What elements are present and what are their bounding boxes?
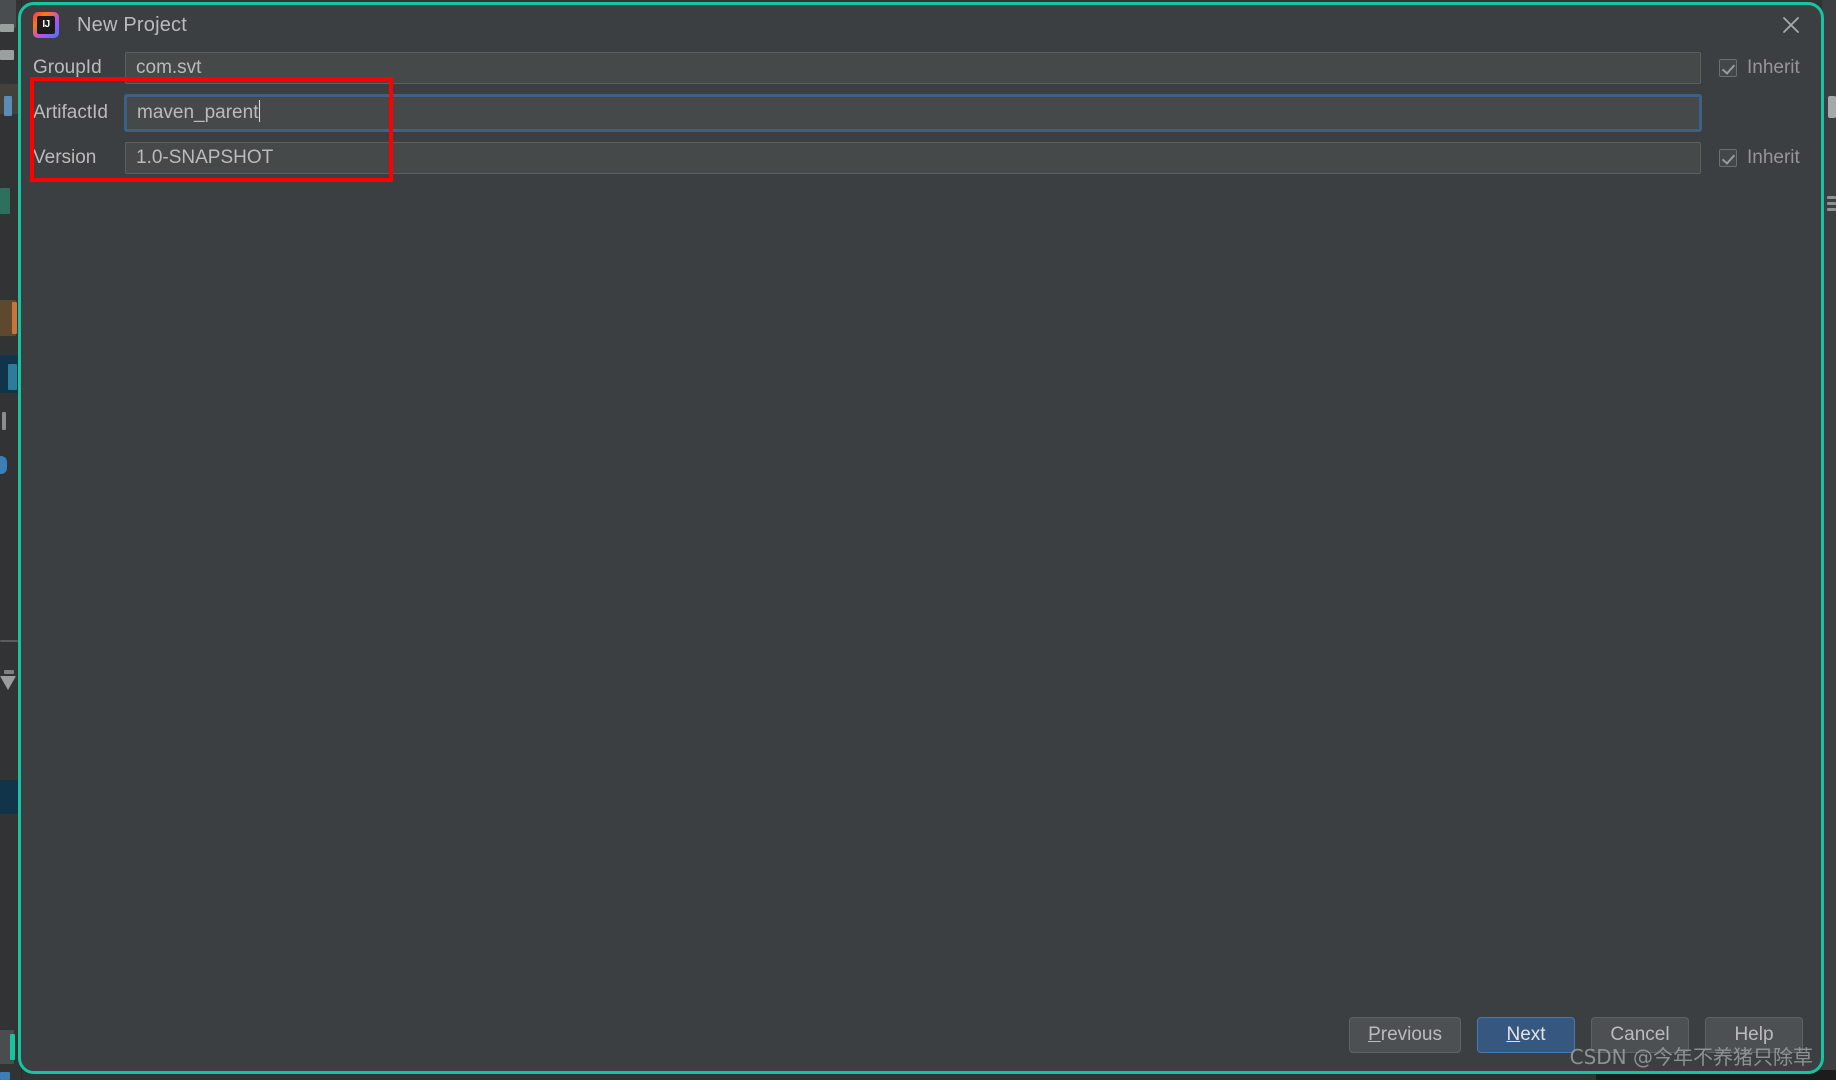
next-button-mnemonic: N <box>1506 1024 1521 1045</box>
ide-bg-chip <box>1828 96 1836 118</box>
next-button-label: ext <box>1520 1024 1546 1045</box>
ide-bg-chip <box>4 670 14 674</box>
ide-bg-chip <box>2 412 6 430</box>
version-inherit-label: Inherit <box>1747 146 1800 168</box>
ide-bg-chip <box>1827 208 1836 211</box>
ide-bg-chip <box>10 1034 15 1060</box>
groupid-label: GroupId <box>33 56 102 78</box>
ide-right-gutter <box>1822 0 1836 1080</box>
version-input[interactable]: 1.0-SNAPSHOT <box>125 141 1701 174</box>
ide-bg-chip <box>0 50 14 60</box>
text-caret <box>259 99 261 122</box>
artifactid-input[interactable]: maven_parent <box>125 94 1701 131</box>
ide-bg-chip <box>0 456 7 474</box>
close-icon[interactable] <box>1769 8 1813 42</box>
csdn-watermark: CSDN @今年不养猪只除草 <box>1569 1045 1813 1069</box>
form-row-artifactid: ArtifactId maven_parent <box>21 90 1821 135</box>
next-button[interactable]: Next <box>1477 1017 1575 1053</box>
form-row-version: Version 1.0-SNAPSHOT Inherit <box>21 135 1821 180</box>
groupid-input[interactable]: com.svt <box>125 51 1701 84</box>
ide-bg-chip <box>1827 196 1836 199</box>
groupid-inherit-checkbox[interactable] <box>1719 58 1737 77</box>
ide-bg-chip <box>1827 202 1836 205</box>
artifactid-input-value: maven_parent <box>137 101 259 123</box>
maven-coordinates-form: GroupId com.svt Inherit ArtifactId maven… <box>21 45 1821 182</box>
dialog-titlebar: IJ New Project <box>21 5 1821 45</box>
ide-bg-chip <box>0 640 18 642</box>
form-row-groupid: GroupId com.svt Inherit <box>21 45 1821 90</box>
version-label: Version <box>33 146 97 168</box>
version-inherit-checkbox[interactable] <box>1719 148 1737 167</box>
version-inherit-group[interactable]: Inherit <box>1701 147 1821 169</box>
artifactid-label: ArtifactId <box>33 101 108 123</box>
groupid-inherit-group[interactable]: Inherit <box>1701 57 1821 79</box>
ide-bg-chip <box>12 302 17 334</box>
new-project-dialog: IJ New Project GroupId com.svt Inherit A… <box>18 2 1824 1074</box>
ide-bg-chip <box>0 188 10 214</box>
intellij-idea-icon: IJ <box>33 12 59 38</box>
ide-bg-chip <box>0 24 14 32</box>
previous-button[interactable]: Previous <box>1349 1017 1461 1053</box>
previous-button-mnemonic: P <box>1368 1024 1381 1045</box>
groupid-inherit-label: Inherit <box>1747 56 1800 78</box>
ide-bg-chip <box>0 780 18 814</box>
previous-button-label: revious <box>1380 1024 1442 1045</box>
ide-bg-chip <box>8 364 17 390</box>
dialog-title: New Project <box>77 13 188 36</box>
ide-bg-chip <box>0 1072 10 1080</box>
ide-bg-chip <box>4 96 12 116</box>
